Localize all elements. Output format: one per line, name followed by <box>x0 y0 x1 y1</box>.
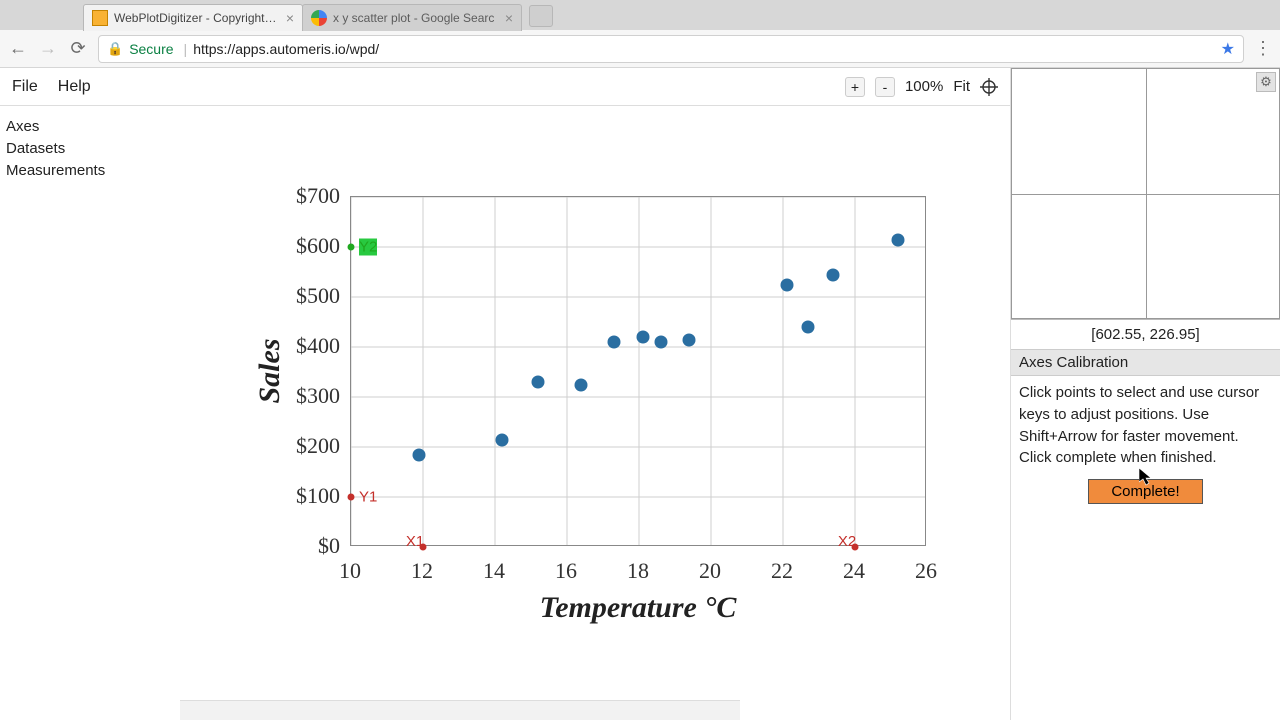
x-axis-label: Temperature °C <box>540 591 737 625</box>
browser-tabs: WebPlotDigitizer - Copyright 2… × x y sc… <box>0 0 1280 30</box>
magnifier-view: ⚙ <box>1011 68 1280 320</box>
data-point <box>413 448 426 461</box>
favicon-icon <box>311 10 327 26</box>
crosshair-icon[interactable] <box>980 78 998 96</box>
x-tick-label: 24 <box>843 558 865 584</box>
close-tab-icon[interactable]: × <box>505 10 513 26</box>
calibration-point-y1[interactable] <box>348 494 355 501</box>
zoom-out-button[interactable]: - <box>875 77 895 97</box>
x-tick-label: 22 <box>771 558 793 584</box>
panel-instructions: Click points to select and use cursor ke… <box>1011 376 1280 475</box>
data-point <box>827 268 840 281</box>
data-point <box>575 378 588 391</box>
x-tick-label: 26 <box>915 558 937 584</box>
y-tick-label: $100 <box>190 483 340 509</box>
data-point <box>636 331 649 344</box>
main-canvas[interactable]: X1X2Y1Y2 Sales Temperature °C $0$100$200… <box>0 106 1010 720</box>
y-tick-label: $400 <box>190 333 340 359</box>
url-text: https://apps.automeris.io/wpd/ <box>193 41 379 57</box>
calibration-label-x2: X2 <box>838 533 856 550</box>
browser-tab[interactable]: x y scatter plot - Google Searc × <box>302 4 522 31</box>
data-point <box>802 321 815 334</box>
macos-titlebar: WebPlotDigitizer - Copyright 2… × x y sc… <box>0 0 1280 30</box>
browser-menu-icon[interactable]: ⋮ <box>1254 38 1272 59</box>
lock-icon: 🔒 <box>107 41 123 57</box>
favicon-icon <box>92 10 108 26</box>
data-point <box>496 433 509 446</box>
browser-toolbar: ← → ⟳ 🔒 Secure | https://apps.automeris.… <box>0 30 1280 68</box>
close-tab-icon[interactable]: × <box>286 10 294 26</box>
x-tick-label: 18 <box>627 558 649 584</box>
data-point <box>780 278 793 291</box>
bookmark-star-icon[interactable]: ★ <box>1221 39 1235 59</box>
right-panel: ⚙ [602.55, 226.95] Axes Calibration Clic… <box>1010 68 1280 720</box>
calibration-point-y2[interactable] <box>348 244 355 251</box>
y-tick-label: $200 <box>190 433 340 459</box>
data-point <box>607 336 620 349</box>
reload-button[interactable]: ⟳ <box>68 38 88 59</box>
complete-button[interactable]: Complete! <box>1088 479 1202 504</box>
tab-label: x y scatter plot - Google Searc <box>333 11 499 25</box>
x-tick-label: 12 <box>411 558 433 584</box>
footer-strip <box>180 700 740 720</box>
tab-label: WebPlotDigitizer - Copyright 2… <box>114 11 280 25</box>
secure-label: Secure <box>129 41 173 57</box>
app-menubar: File Help + - 100% Fit <box>0 68 1010 106</box>
browser-tab-active[interactable]: WebPlotDigitizer - Copyright 2… × <box>83 4 303 31</box>
calibration-label-y2: Y2 <box>359 239 377 256</box>
y-tick-label: $0 <box>190 533 340 559</box>
new-tab-button[interactable] <box>529 5 553 27</box>
cursor-coordinates: [602.55, 226.95] <box>1011 320 1280 349</box>
x-tick-label: 20 <box>699 558 721 584</box>
x-tick-label: 16 <box>555 558 577 584</box>
data-point <box>683 333 696 346</box>
data-point <box>532 376 545 389</box>
back-button[interactable]: ← <box>8 38 28 59</box>
x-tick-label: 10 <box>339 558 361 584</box>
calibration-label-x1: X1 <box>406 533 424 550</box>
calibration-label-y1: Y1 <box>359 489 377 506</box>
x-tick-label: 14 <box>483 558 505 584</box>
zoom-in-button[interactable]: + <box>845 77 865 97</box>
data-point <box>654 336 667 349</box>
address-bar[interactable]: 🔒 Secure | https://apps.automeris.io/wpd… <box>98 35 1244 63</box>
data-point <box>892 233 905 246</box>
y-tick-label: $600 <box>190 233 340 259</box>
zoom-fit-button[interactable]: Fit <box>953 78 970 95</box>
menu-file[interactable]: File <box>12 78 38 96</box>
menu-help[interactable]: Help <box>58 78 91 96</box>
forward-button: → <box>38 38 58 59</box>
y-tick-label: $300 <box>190 383 340 409</box>
panel-header: Axes Calibration <box>1011 349 1280 376</box>
y-tick-label: $500 <box>190 283 340 309</box>
y-tick-label: $700 <box>190 183 340 209</box>
gear-icon[interactable]: ⚙ <box>1256 72 1276 92</box>
zoom-percent: 100% <box>905 78 943 95</box>
